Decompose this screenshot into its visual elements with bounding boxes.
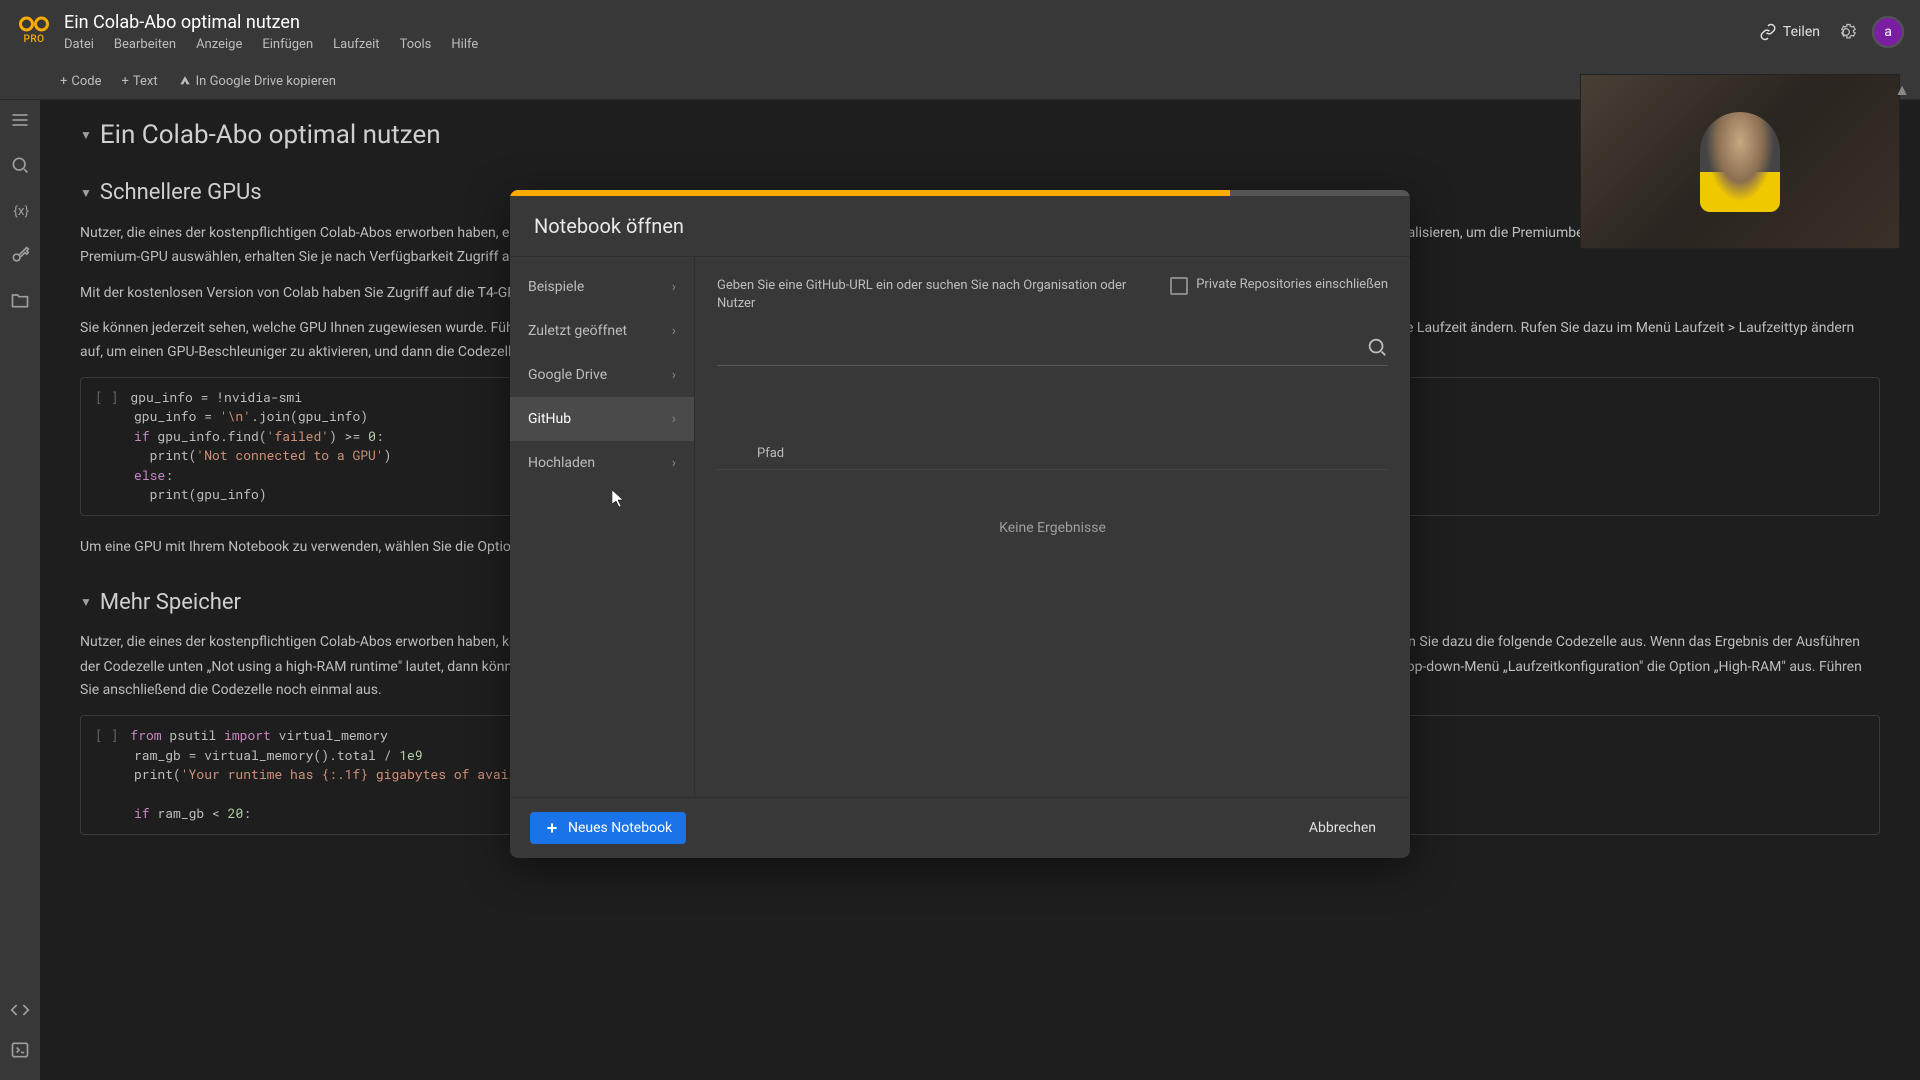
github-search-input[interactable] — [717, 333, 1366, 361]
private-repos-toggle[interactable]: Private Repositories einschließen — [1170, 277, 1388, 295]
nav-upload[interactable]: Hochladen› — [510, 441, 694, 485]
chevron-right-icon: › — [672, 323, 676, 339]
plus-icon — [544, 820, 560, 836]
path-column-header: Pfad — [717, 446, 1388, 470]
dialog-nav: Beispiele› Zuletzt geöffnet› Google Driv… — [510, 257, 695, 797]
checkbox-icon[interactable] — [1170, 277, 1188, 295]
open-notebook-dialog: Notebook öffnen Beispiele› Zuletzt geöff… — [510, 190, 1410, 858]
github-prompt: Geben Sie eine GitHub-URL ein oder suche… — [717, 277, 1150, 313]
chevron-right-icon: › — [672, 367, 676, 383]
cancel-button[interactable]: Abbrechen — [1295, 812, 1390, 844]
nav-examples[interactable]: Beispiele› — [510, 265, 694, 309]
chevron-right-icon: › — [672, 279, 676, 295]
nav-github[interactable]: GitHub› — [510, 397, 694, 441]
no-results-text: Keine Ergebnisse — [717, 520, 1388, 536]
nav-recent[interactable]: Zuletzt geöffnet› — [510, 309, 694, 353]
chevron-right-icon: › — [672, 411, 676, 427]
new-notebook-button[interactable]: Neues Notebook — [530, 812, 686, 844]
chevron-right-icon: › — [672, 455, 676, 471]
collapse-header-icon[interactable]: ▲ — [1894, 80, 1910, 100]
nav-drive[interactable]: Google Drive› — [510, 353, 694, 397]
search-icon[interactable] — [1366, 336, 1388, 358]
webcam-overlay — [1580, 74, 1900, 249]
dialog-title: Notebook öffnen — [510, 196, 1410, 257]
